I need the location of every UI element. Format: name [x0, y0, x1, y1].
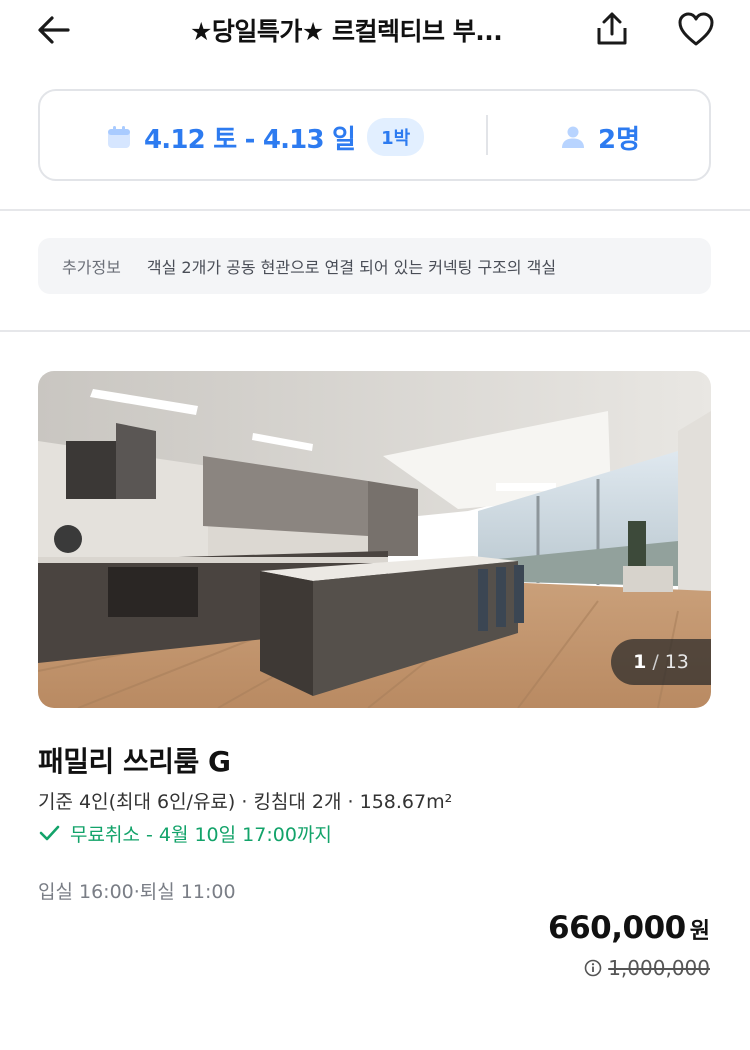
booking-summary: 4.12 토 - 4.13 일 1박 2명 — [38, 89, 711, 181]
favorite-button[interactable] — [676, 10, 716, 48]
nights-badge: 1박 — [367, 118, 425, 156]
room-photo — [38, 371, 711, 708]
checkin-checkout-time: 입실 16:00·퇴실 11:00 — [38, 881, 236, 903]
box-divider — [486, 115, 488, 155]
guest-count: 2명 — [598, 124, 641, 155]
price-unit: 원 — [689, 919, 710, 944]
room-spec: 기준 4인(최대 6인/유료) · 킹침대 2개 · 158.67m² — [38, 791, 453, 813]
person-icon — [562, 126, 584, 148]
photo-counter-total: 13 — [664, 651, 689, 673]
back-button[interactable] — [34, 10, 74, 50]
top-app-bar: ★당일특가★ 르컬렉티브 부... — [0, 0, 750, 58]
free-cancellation: 무료취소 - 4월 10일 17:00까지 — [38, 818, 332, 848]
room-photo-carousel[interactable]: 1 / 13 — [38, 371, 711, 708]
arrow-left-icon — [38, 16, 70, 44]
extra-info-text: 객실 2개가 공동 현관으로 연결 되어 있는 커넥팅 구조의 객실 — [146, 258, 557, 277]
price: 660,000 원 — [548, 910, 710, 946]
room-name: 패밀리 쓰리룸 G — [38, 745, 231, 778]
original-price: 1,000,000 — [608, 956, 710, 980]
sale-price: 660,000 — [548, 910, 686, 946]
heart-outline-icon — [678, 12, 714, 46]
cancellation-text: 무료취소 - 4월 10일 17:00까지 — [70, 823, 332, 846]
share-icon — [597, 12, 627, 45]
page-title: ★당일특가★ 르컬렉티브 부... — [190, 17, 503, 46]
original-price-row[interactable]: 1,000,000 — [584, 956, 710, 980]
check-icon — [39, 825, 60, 841]
share-button[interactable] — [594, 10, 630, 48]
section-divider — [0, 209, 750, 211]
date-range: 4.12 토 - 4.13 일 — [144, 124, 356, 155]
photo-counter: 1 / 13 — [611, 639, 711, 685]
calendar-icon — [108, 126, 130, 148]
extra-info-box: 추가정보 객실 2개가 공동 현관으로 연결 되어 있는 커넥팅 구조의 객실 — [38, 238, 711, 294]
section-divider — [0, 330, 750, 332]
date-selector[interactable]: 4.12 토 - 4.13 일 1박 — [106, 118, 425, 156]
photo-counter-separator: / — [652, 651, 659, 673]
guest-selector[interactable]: 2명 — [560, 119, 640, 155]
extra-info-label: 추가정보 — [62, 258, 121, 277]
info-icon[interactable] — [584, 959, 602, 977]
photo-counter-current: 1 — [633, 651, 647, 673]
